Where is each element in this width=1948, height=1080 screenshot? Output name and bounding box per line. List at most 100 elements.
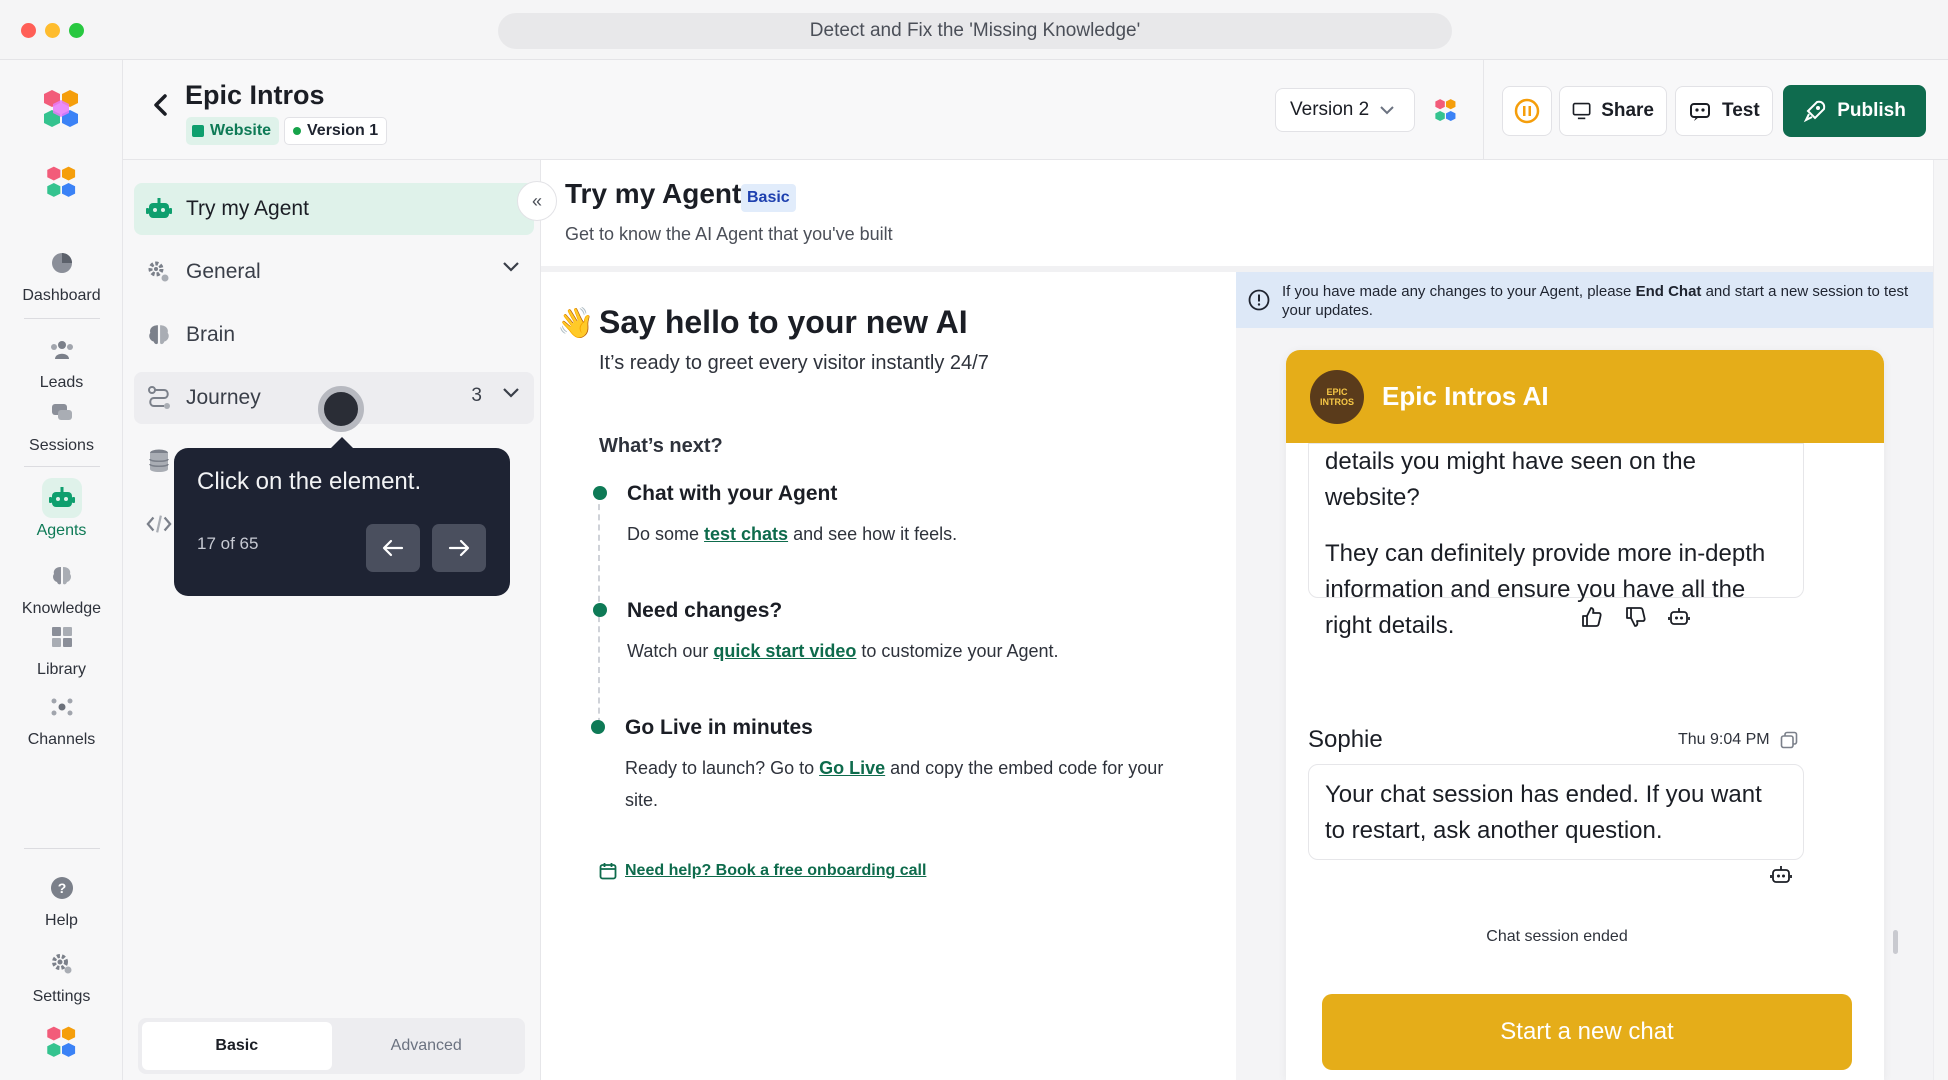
thumbs-up-icon[interactable] <box>1580 606 1602 628</box>
rail-label: Sessions <box>29 437 94 454</box>
nav-item-label: Try my Agent <box>186 197 309 220</box>
database-icon <box>146 448 172 474</box>
rail-label: Dashboard <box>22 287 101 304</box>
rail-label: Help <box>45 912 78 929</box>
user-avatar-icon[interactable] <box>44 1025 80 1061</box>
rail-item-help[interactable]: ? Help <box>0 868 123 930</box>
info-notice: If you have made any changes to your Age… <box>1236 272 1933 328</box>
chevron-left-icon <box>154 94 167 116</box>
test-button-label: Test <box>1722 100 1760 121</box>
gear-icon <box>42 944 82 984</box>
pause-circle-icon <box>1514 98 1540 124</box>
page-subtitle: Get to know the AI Agent that you've bui… <box>565 224 893 244</box>
collapse-sidebar-button[interactable]: « <box>517 181 557 221</box>
tour-hotspot[interactable] <box>318 386 364 432</box>
bot-message: Your chat session has ended. If you want… <box>1308 764 1804 860</box>
message-timestamp: Thu 9:04 PM <box>1678 731 1798 749</box>
waving-hand-icon: 👋 <box>557 307 595 340</box>
back-button[interactable] <box>145 90 175 120</box>
bot-icon[interactable] <box>1668 606 1690 628</box>
tour-previous-button[interactable] <box>366 524 420 572</box>
rail-item-library[interactable]: Library <box>0 617 123 679</box>
thumbs-down-icon[interactable] <box>1624 606 1646 628</box>
address-bar[interactable]: Detect and Fix the 'Missing Knowledge' <box>498 13 1452 49</box>
app-rail: Dashboard Leads Sessions Agents Knowledg… <box>0 60 123 1080</box>
rail-label: Channels <box>27 731 96 748</box>
welcome-subtitle: It’s ready to greet every visitor instan… <box>599 352 989 374</box>
rail-item-agents[interactable]: Agents <box>0 478 123 540</box>
step-description: Watch our quick start video to customize… <box>627 635 1217 667</box>
bot-icon[interactable] <box>1770 864 1792 886</box>
channel-tag: Website <box>186 117 280 145</box>
bot-avatar: EPIC INTROS <box>1310 369 1364 424</box>
tour-popover: Click on the element. 17 of 65 <box>174 437 510 596</box>
mode-advanced-tab[interactable]: Advanced <box>332 1022 522 1070</box>
step-text: and see how it feels. <box>788 524 958 544</box>
chat-scrollbar[interactable] <box>1893 930 1898 954</box>
step-title: Chat with your Agent <box>627 482 838 505</box>
copy-icon[interactable] <box>1780 731 1798 749</box>
rail-label: Settings <box>32 988 91 1005</box>
step-description: Ready to launch? Go to Go Live and copy … <box>625 752 1195 816</box>
plan-badge: Basic <box>741 184 796 212</box>
rail-label: Knowledge <box>21 600 102 617</box>
message-sender: Sophie <box>1308 726 1383 753</box>
test-button[interactable]: Test <box>1675 86 1773 136</box>
rail-label: Library <box>37 661 86 678</box>
quick-start-video-link[interactable]: quick start video <box>713 641 856 661</box>
nav-item-label: Brain <box>186 323 236 346</box>
chat-preview-panel: If you have made any changes to your Age… <box>1236 272 1933 1080</box>
onboarding-call-label: Need help? Book a free onboarding call <box>625 862 927 879</box>
nav-item-try-my-agent[interactable]: Try my Agent <box>134 183 534 235</box>
onboarding-call-link[interactable]: Need help? Book a free onboarding call <box>599 862 926 880</box>
share-button-label: Share <box>1601 100 1654 121</box>
rail-item-dashboard[interactable]: Dashboard <box>0 243 123 305</box>
rail-item-settings[interactable]: Settings <box>0 944 123 1006</box>
chevron-down-icon <box>503 388 519 398</box>
page-scrollbar[interactable] <box>1933 160 1948 1080</box>
chat-bubbles-icon <box>42 393 82 433</box>
info-circle-icon <box>1248 289 1270 311</box>
message-actions <box>1770 864 1792 886</box>
share-button[interactable]: Share <box>1559 86 1667 136</box>
rail-label: Agents <box>36 522 87 539</box>
nav-item-label: Journey <box>186 386 261 409</box>
nav-item-brain[interactable]: Brain <box>134 309 534 361</box>
rail-item-knowledge[interactable]: Knowledge <box>0 556 123 618</box>
mode-toggle: Basic Advanced <box>138 1018 525 1074</box>
nav-item-general[interactable]: General <box>134 246 534 298</box>
svg-text:?: ? <box>57 880 66 896</box>
notice-text-part: If you have made any changes to your Age… <box>1282 283 1636 300</box>
rail-item-leads[interactable]: Leads <box>0 330 123 392</box>
grid-icon <box>42 617 82 657</box>
brand-mark-icon <box>1435 99 1456 122</box>
step-description: Do some test chats and see how it feels. <box>627 518 1217 550</box>
test-chats-link[interactable]: test chats <box>704 524 788 544</box>
tour-next-button[interactable] <box>432 524 486 572</box>
window-maximize-button[interactable] <box>69 23 84 38</box>
workspace-logo-icon[interactable] <box>44 165 80 201</box>
window-minimize-button[interactable] <box>45 23 60 38</box>
pause-agent-button[interactable] <box>1502 86 1552 136</box>
arrow-left-icon <box>382 539 404 557</box>
double-chevron-left-icon: « <box>531 190 542 211</box>
publish-button[interactable]: Publish <box>1783 85 1926 137</box>
page-title: Try my Agent <box>565 178 742 209</box>
bot-message-text: They can definitely provide more in-dept… <box>1325 540 1766 639</box>
gears-icon <box>146 259 172 285</box>
journey-count-badge: 3 <box>471 385 482 406</box>
brand-logo-icon[interactable] <box>40 88 84 132</box>
mode-basic-tab[interactable]: Basic <box>142 1022 332 1070</box>
step-text: Watch our <box>627 641 714 661</box>
version-select[interactable]: Version 2 <box>1275 88 1415 132</box>
window-close-button[interactable] <box>21 23 36 38</box>
welcome-panel: 👋 Say hello to your new AI It’s ready to… <box>541 272 1236 1080</box>
chat-header: EPIC INTROS Epic Intros AI <box>1286 350 1884 443</box>
window-titlebar: Detect and Fix the 'Missing Knowledge' <box>0 0 1948 60</box>
rail-item-channels[interactable]: Channels <box>0 687 123 749</box>
go-live-link[interactable]: Go Live <box>819 758 885 778</box>
start-new-chat-button[interactable]: Start a new chat <box>1322 994 1852 1070</box>
welcome-title: Say hello to your new AI <box>599 304 968 340</box>
pie-chart-icon <box>42 243 82 283</box>
rail-item-sessions[interactable]: Sessions <box>0 393 123 455</box>
